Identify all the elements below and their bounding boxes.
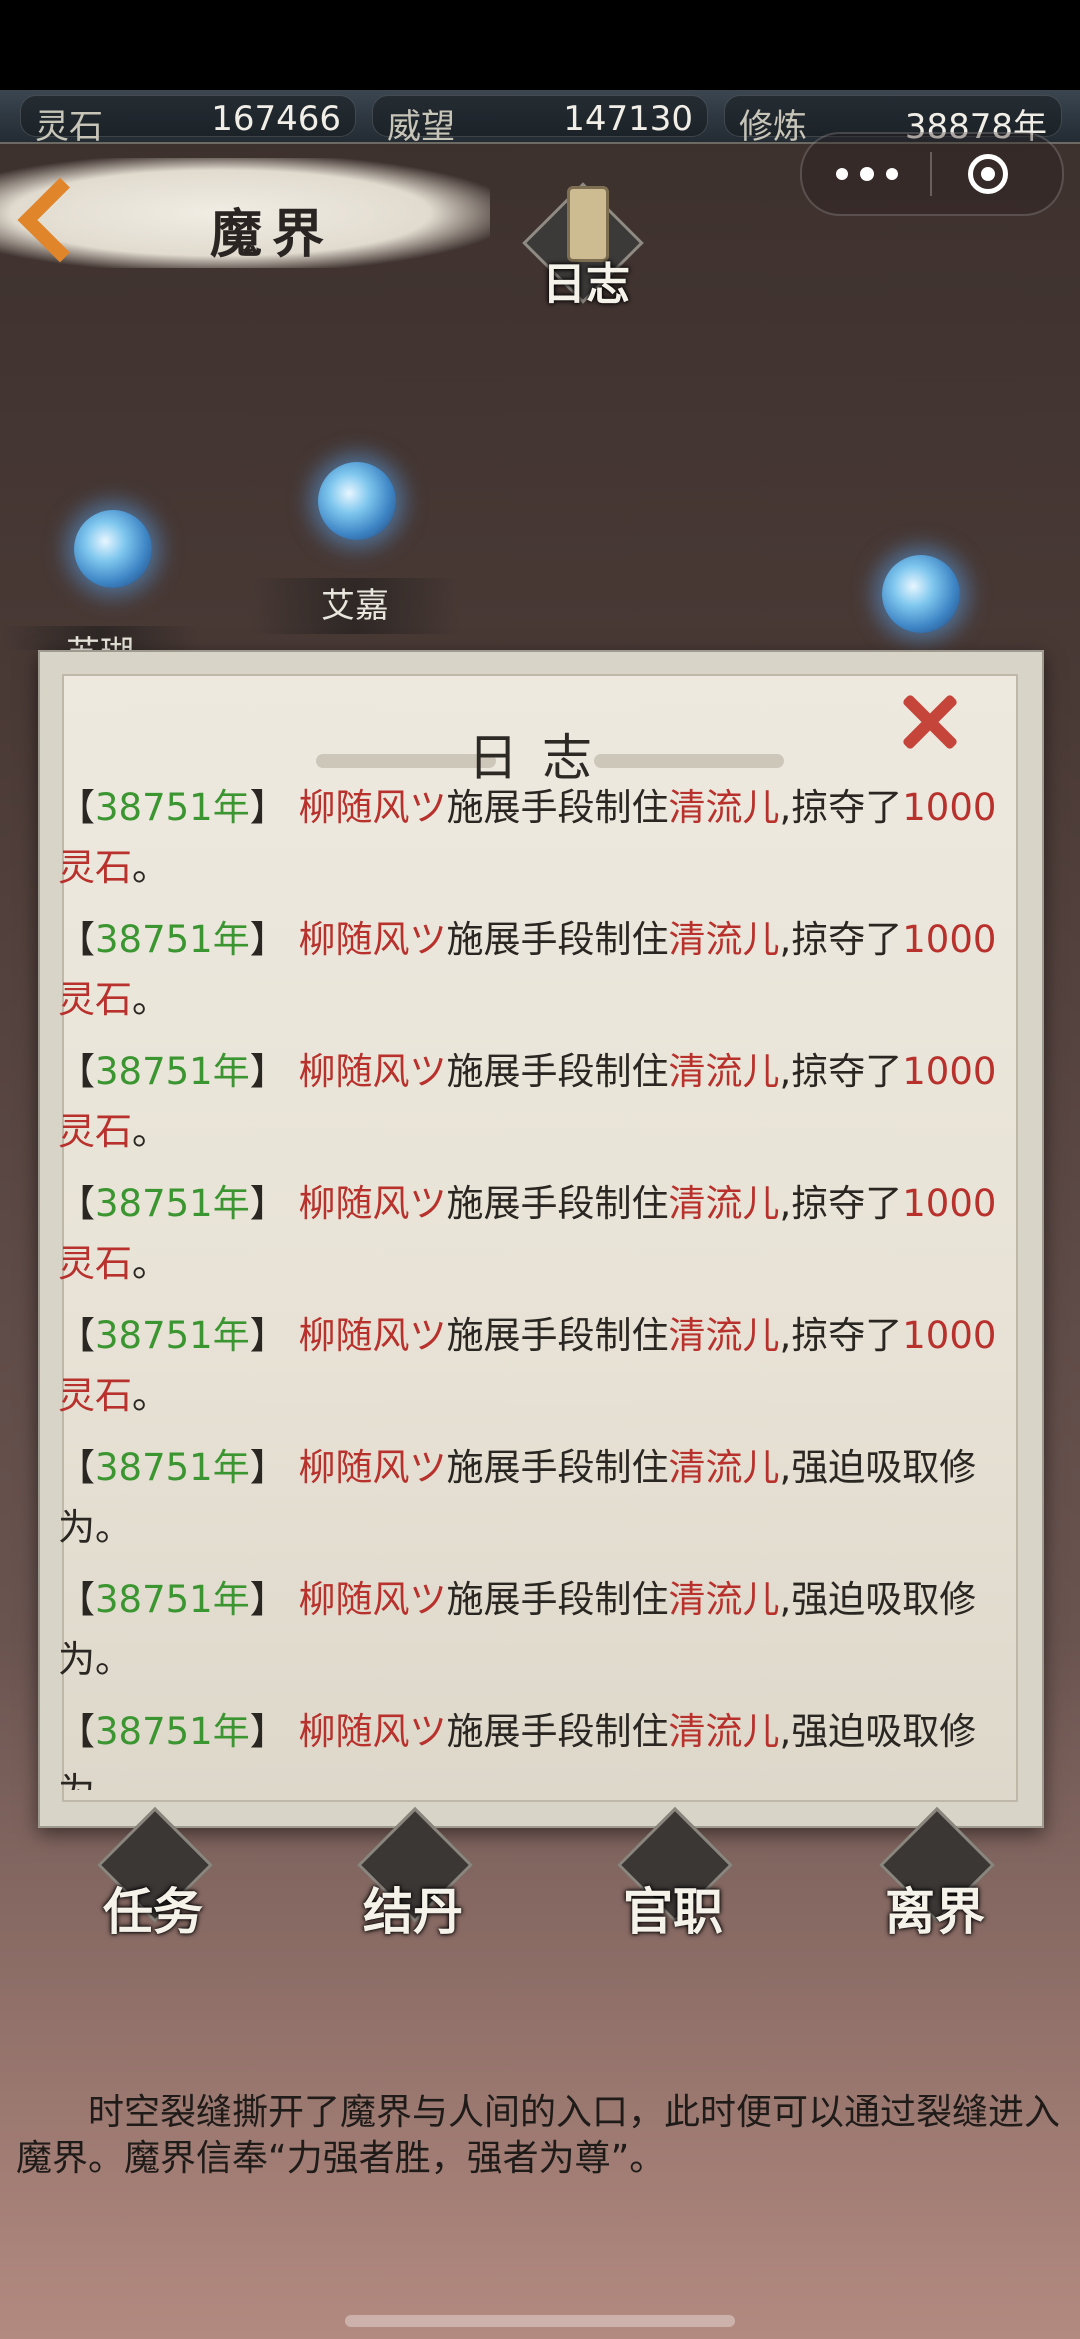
log-year: 38751年 <box>95 1578 250 1621</box>
realm-description: 时空裂缝撕开了魔界与人间的入口，此时便可以通过裂缝进入魔界。魔界信奉“力强者胜，… <box>16 2092 1061 2179</box>
log-verb: 施展手段制住 <box>446 1710 669 1753</box>
stat-cultivation: 修炼 38878年 <box>724 95 1062 147</box>
log-target: 清流儿 <box>668 1182 780 1225</box>
log-verb: 施展手段制住 <box>446 1182 669 1225</box>
log-year: 38751年 <box>95 918 250 961</box>
task-button[interactable]: 任务 <box>78 1807 228 1960</box>
log-actor: 柳随风ツ <box>298 786 447 829</box>
log-button[interactable]: 日志 <box>520 170 650 320</box>
log-target: 清流儿 <box>668 1314 780 1357</box>
log-entry: 【38751年】 柳随风ツ施展手段制住清流儿,掠夺了1000灵石。 <box>58 1050 997 1153</box>
location-orb[interactable] <box>318 462 396 540</box>
button-label: 任务 <box>103 1882 203 1941</box>
log-entry: 【38751年】 柳随风ツ施展手段制住清流儿,掠夺了1000灵石。 <box>58 786 997 889</box>
log-entry: 【38751年】 柳随风ツ施展手段制住清流儿,强迫吸取修为。 <box>58 1446 977 1549</box>
log-end: 。 <box>132 1374 169 1417</box>
log-verb: 施展手段制住 <box>446 1446 669 1489</box>
stat-label: 威望 <box>387 107 455 147</box>
leave-realm-button[interactable]: 离界 <box>860 1807 1010 1960</box>
log-target: 清流儿 <box>668 1446 780 1489</box>
stat-label: 修炼 <box>739 107 807 147</box>
log-actor: 柳随风ツ <box>298 1182 447 1225</box>
miniprogram-capsule <box>800 132 1064 216</box>
log-verb: 施展手段制住 <box>446 1314 669 1357</box>
button-label: 结丹 <box>363 1882 463 1941</box>
log-actor: 柳随风ツ <box>298 918 447 961</box>
log-target: 清流儿 <box>668 1578 780 1621</box>
log-tail: ,掠夺了 <box>779 1050 903 1093</box>
log-year: 38751年 <box>95 1182 250 1225</box>
log-verb: 施展手段制住 <box>446 1050 669 1093</box>
more-icon[interactable] <box>836 167 906 182</box>
log-tail: ,掠夺了 <box>779 786 903 829</box>
log-actor: 柳随风ツ <box>298 1446 447 1489</box>
home-indicator[interactable] <box>345 2315 735 2327</box>
location-orb[interactable] <box>882 555 960 633</box>
log-year: 38751年 <box>95 1710 250 1753</box>
log-entry: 【38751年】 柳随风ツ施展手段制住清流儿,掠夺了1000灵石。 <box>58 918 997 1021</box>
log-verb: 施展手段制住 <box>446 1578 669 1621</box>
log-year: 38751年 <box>95 1314 250 1357</box>
stat-value: 167466 <box>211 99 341 139</box>
button-label: 离界 <box>885 1882 985 1941</box>
log-year: 38751年 <box>95 1446 250 1489</box>
log-end: 。 <box>132 1110 169 1153</box>
bottom-menu: 任务 结丹 官职 离界 <box>0 1807 1080 1960</box>
log-end: 。 <box>132 846 169 889</box>
page-title: 魔界 <box>210 204 335 265</box>
log-target: 清流儿 <box>668 1710 780 1753</box>
log-entry: 【38751年】 柳随风ツ施展手段制住清流儿,强迫吸取修为。 <box>58 1702 998 1790</box>
stat-value: 147130 <box>563 99 693 139</box>
log-actor: 柳随风ツ <box>298 1578 447 1621</box>
core-formation-button[interactable]: 结丹 <box>338 1807 488 1960</box>
capsule-divider <box>930 152 932 196</box>
log-target: 清流儿 <box>668 786 780 829</box>
status-area <box>0 0 1080 90</box>
close-miniprogram-icon[interactable] <box>968 154 1008 194</box>
close-icon[interactable] <box>898 692 958 752</box>
stat-prestige: 威望 147130 <box>372 95 708 147</box>
log-list[interactable]: 【38751年】 柳随风ツ施展手段制住清流儿,掠夺了1000灵石。 【38751… <box>58 778 998 1790</box>
log-target: 清流儿 <box>668 918 780 961</box>
log-verb: 施展手段制住 <box>446 918 669 961</box>
log-end: 。 <box>132 978 169 1021</box>
log-entry: 【38751年】 柳随风ツ施展手段制住清流儿,强迫吸取修为。 <box>58 1578 977 1681</box>
log-actor: 柳随风ツ <box>298 1710 447 1753</box>
log-year: 38751年 <box>95 786 250 829</box>
log-entry: 【38751年】 柳随风ツ施展手段制住清流儿,掠夺了1000灵石。 <box>58 1314 997 1417</box>
log-actor: 柳随风ツ <box>298 1050 447 1093</box>
log-tail: ,掠夺了 <box>779 1314 903 1357</box>
stat-spirit-stone: 灵石 167466 <box>20 95 356 147</box>
log-target: 清流儿 <box>668 1050 780 1093</box>
log-tail: ,掠夺了 <box>779 918 903 961</box>
log-verb: 施展手段制住 <box>446 786 669 829</box>
stat-label: 灵石 <box>35 107 103 147</box>
log-button-label: 日志 <box>542 259 630 310</box>
button-label: 官职 <box>623 1882 723 1941</box>
location-name: 苏瑚 <box>0 626 200 650</box>
log-end: 。 <box>132 1242 169 1285</box>
log-entry: 【38751年】 柳随风ツ施展手段制住清流儿,掠夺了1000灵石。 <box>58 1182 997 1285</box>
location-orb[interactable] <box>74 510 152 588</box>
log-year: 38751年 <box>95 1050 250 1093</box>
log-actor: 柳随风ツ <box>298 1314 447 1357</box>
log-tail: ,掠夺了 <box>779 1182 903 1225</box>
official-post-button[interactable]: 官职 <box>598 1807 748 1960</box>
location-name: 艾嘉 <box>250 578 460 634</box>
